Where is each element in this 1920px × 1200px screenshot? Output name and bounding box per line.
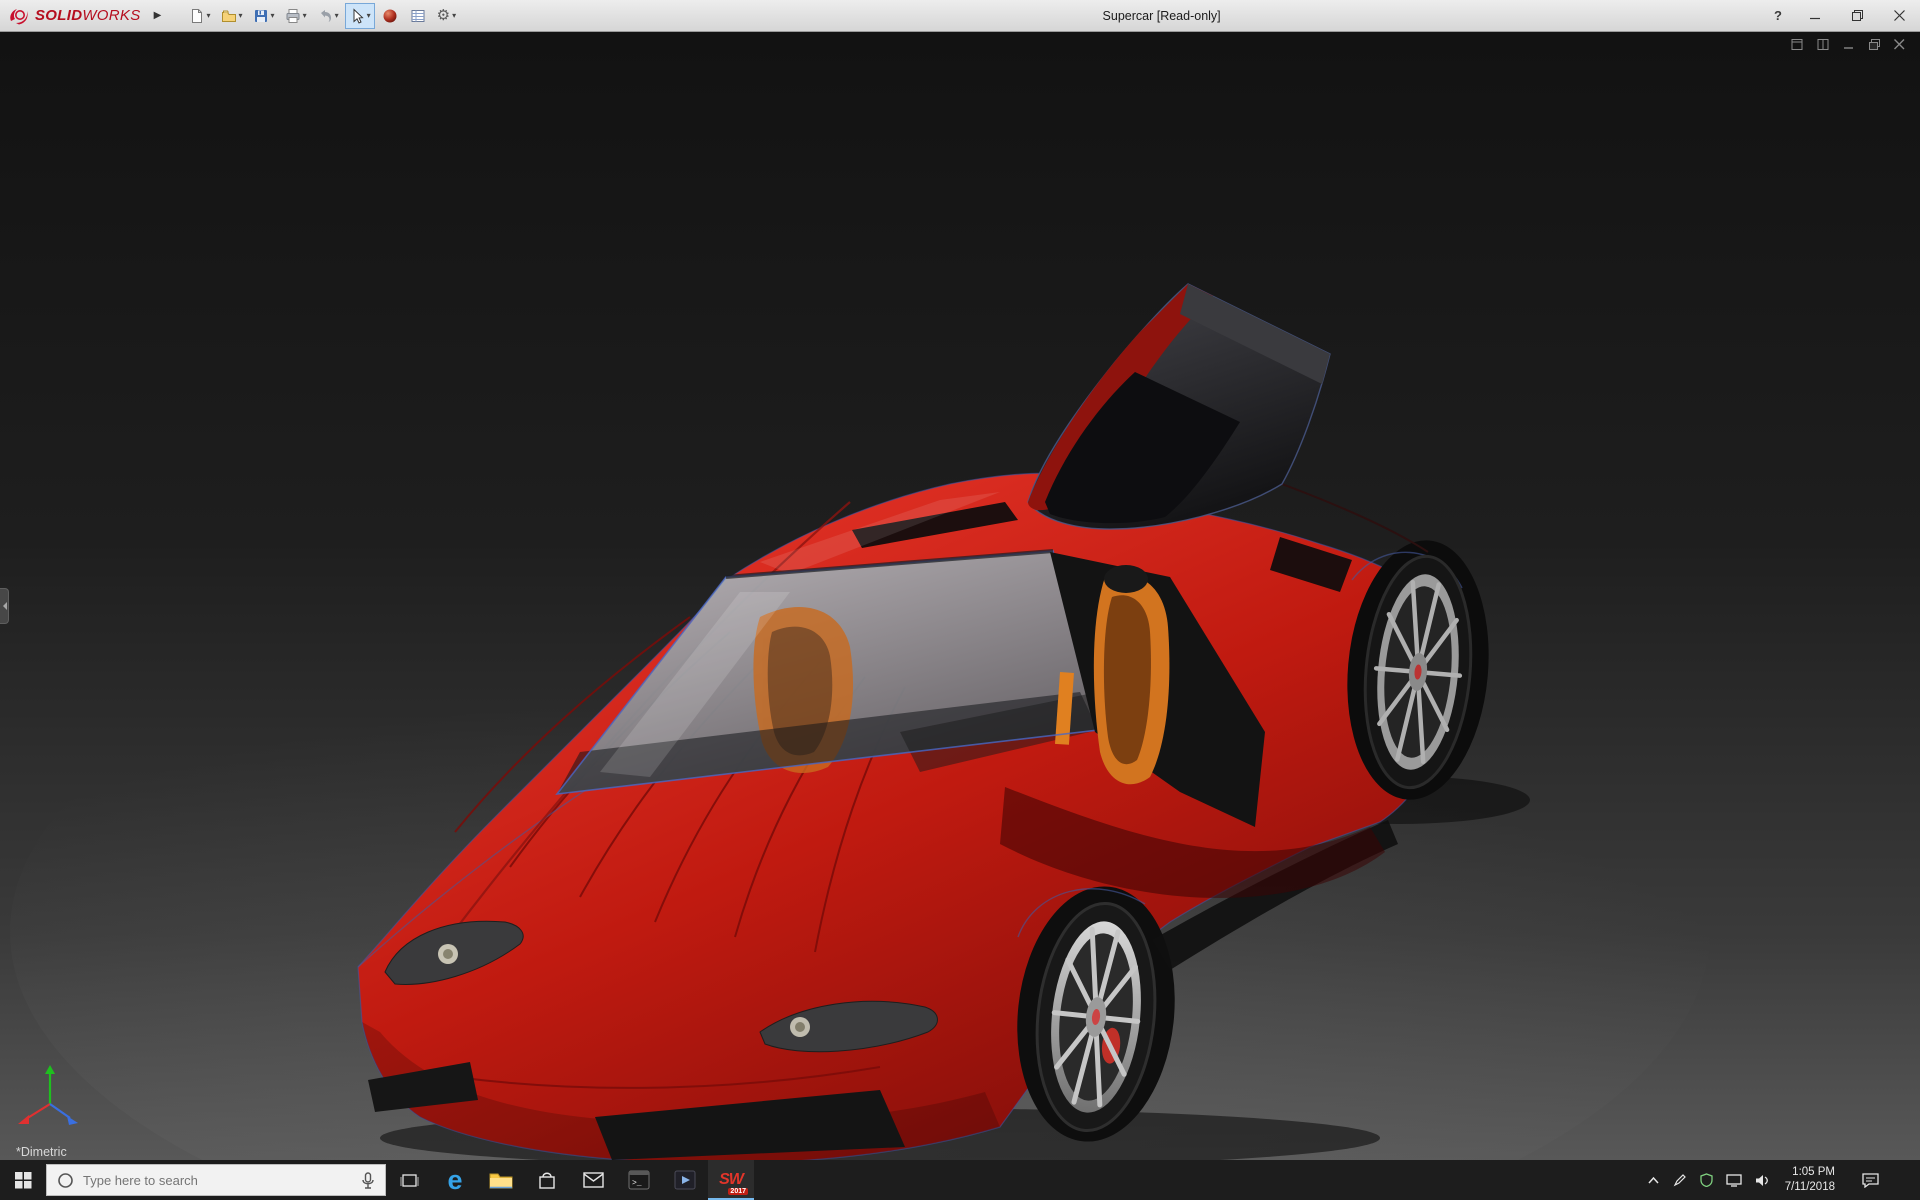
- dropdown-arrow: ▾: [335, 12, 339, 20]
- appearance-button[interactable]: [377, 3, 403, 29]
- supercar-model-scene: [0, 32, 1920, 1160]
- cortana-icon: [57, 1172, 74, 1189]
- taskbar-solidworks[interactable]: SW 2017: [708, 1160, 754, 1200]
- svg-text:>_: >_: [632, 1179, 642, 1188]
- solidworks-logo[interactable]: SOLIDWORKS: [0, 0, 149, 31]
- mail-envelope-icon: [583, 1172, 604, 1188]
- network-icon[interactable]: [1726, 1174, 1742, 1187]
- document-title: Supercar [Read-only]: [1103, 9, 1221, 23]
- viewport-newwindow-icon[interactable]: [1791, 38, 1805, 51]
- restore-icon: [1852, 10, 1863, 21]
- orientation-triad[interactable]: [16, 1064, 88, 1134]
- restore-button[interactable]: [1836, 0, 1878, 31]
- viewport-close-button[interactable]: [1893, 38, 1906, 51]
- close-icon: [1894, 10, 1905, 21]
- taskbar-file-explorer[interactable]: [478, 1160, 524, 1200]
- viewport-minimize-button[interactable]: [1843, 38, 1856, 51]
- desktop-screen: SOLIDWORKS ▶ ▾ ▾: [0, 0, 1920, 1200]
- pen-tray-icon[interactable]: [1673, 1173, 1687, 1187]
- new-document-button[interactable]: ▾: [185, 3, 215, 29]
- viewport-restore-button[interactable]: [1868, 38, 1881, 51]
- minimize-icon: [1810, 10, 1821, 21]
- select-tool-button[interactable]: ▾: [345, 3, 375, 29]
- options-button[interactable]: ⚙ ▾: [433, 3, 460, 29]
- undo-button[interactable]: ▾: [313, 3, 343, 29]
- quick-toolbar: ▾ ▾ ▾ ▾: [185, 0, 461, 31]
- taskbar-console[interactable]: >_: [616, 1160, 662, 1200]
- titlebar: SOLIDWORKS ▶ ▾ ▾: [0, 0, 1920, 32]
- file-properties-icon: [410, 8, 426, 24]
- graphics-viewport[interactable]: *Dimetric: [0, 32, 1920, 1160]
- action-center-button[interactable]: [1850, 1173, 1890, 1188]
- appearance-sphere-icon: [382, 8, 398, 24]
- taskbar-search[interactable]: [46, 1164, 386, 1196]
- undo-icon: [317, 8, 333, 24]
- taskbar-clock[interactable]: 1:05 PM 7/11/2018: [1783, 1165, 1837, 1195]
- taskbar-media-app[interactable]: [662, 1160, 708, 1200]
- file-properties-button[interactable]: [405, 3, 431, 29]
- dropdown-arrow: ▾: [367, 12, 371, 20]
- print-button[interactable]: ▾: [281, 3, 311, 29]
- taskbar-store[interactable]: [524, 1160, 570, 1200]
- taskbar-edge[interactable]: e: [432, 1160, 478, 1200]
- action-center-icon: [1862, 1173, 1879, 1188]
- console-icon: >_: [628, 1170, 650, 1190]
- save-floppy-icon: [253, 8, 269, 24]
- gear-icon: ⚙: [437, 8, 450, 23]
- clock-time: 1:05 PM: [1785, 1165, 1835, 1180]
- taskbar-mail[interactable]: [570, 1160, 616, 1200]
- dropdown-arrow: ▾: [303, 12, 307, 20]
- logo-text: SOLIDWORKS: [35, 7, 141, 24]
- store-bag-icon: [537, 1170, 557, 1190]
- solidworks-icon: SW 2017: [716, 1165, 746, 1195]
- volume-icon[interactable]: [1755, 1174, 1770, 1187]
- windows-taskbar: e >_: [0, 1160, 1920, 1200]
- window-controls: ?: [1762, 0, 1920, 31]
- security-shield-icon[interactable]: [1700, 1173, 1713, 1187]
- task-view-icon: [400, 1172, 419, 1189]
- ds-logo-icon: [8, 7, 30, 25]
- windows-logo-icon: [15, 1172, 32, 1189]
- close-button[interactable]: [1878, 0, 1920, 31]
- print-icon: [285, 8, 301, 24]
- save-button[interactable]: ▾: [249, 3, 279, 29]
- task-view-button[interactable]: [386, 1160, 432, 1200]
- document-window-controls: [1791, 38, 1906, 51]
- open-folder-icon: [221, 8, 237, 24]
- system-tray: 1:05 PM 7/11/2018: [1637, 1160, 1920, 1200]
- help-button[interactable]: ?: [1762, 0, 1794, 31]
- menu-expand-arrow[interactable]: ▶: [149, 5, 167, 27]
- microphone-icon[interactable]: [361, 1172, 375, 1189]
- dropdown-arrow: ▾: [452, 12, 456, 20]
- file-explorer-icon: [489, 1170, 513, 1190]
- new-document-icon: [189, 8, 205, 24]
- open-button[interactable]: ▾: [217, 3, 247, 29]
- select-cursor-icon: [349, 8, 365, 24]
- edge-icon: e: [447, 1167, 462, 1194]
- viewport-tile-icon[interactable]: [1817, 38, 1831, 51]
- media-app-icon: [674, 1170, 696, 1190]
- start-button[interactable]: [0, 1160, 46, 1200]
- z-axis: [50, 1104, 70, 1118]
- clock-date: 7/11/2018: [1785, 1180, 1835, 1195]
- dropdown-arrow: ▾: [239, 12, 243, 20]
- panel-flyout-tab[interactable]: [0, 588, 9, 624]
- flyout-arrow-icon: [0, 602, 7, 610]
- x-axis: [26, 1104, 50, 1119]
- minimize-button[interactable]: [1794, 0, 1836, 31]
- dropdown-arrow: ▾: [207, 12, 211, 20]
- search-input[interactable]: [83, 1173, 352, 1188]
- hidden-icons-chevron[interactable]: [1647, 1176, 1660, 1185]
- dropdown-arrow: ▾: [271, 12, 275, 20]
- view-orientation-label: *Dimetric: [16, 1145, 67, 1159]
